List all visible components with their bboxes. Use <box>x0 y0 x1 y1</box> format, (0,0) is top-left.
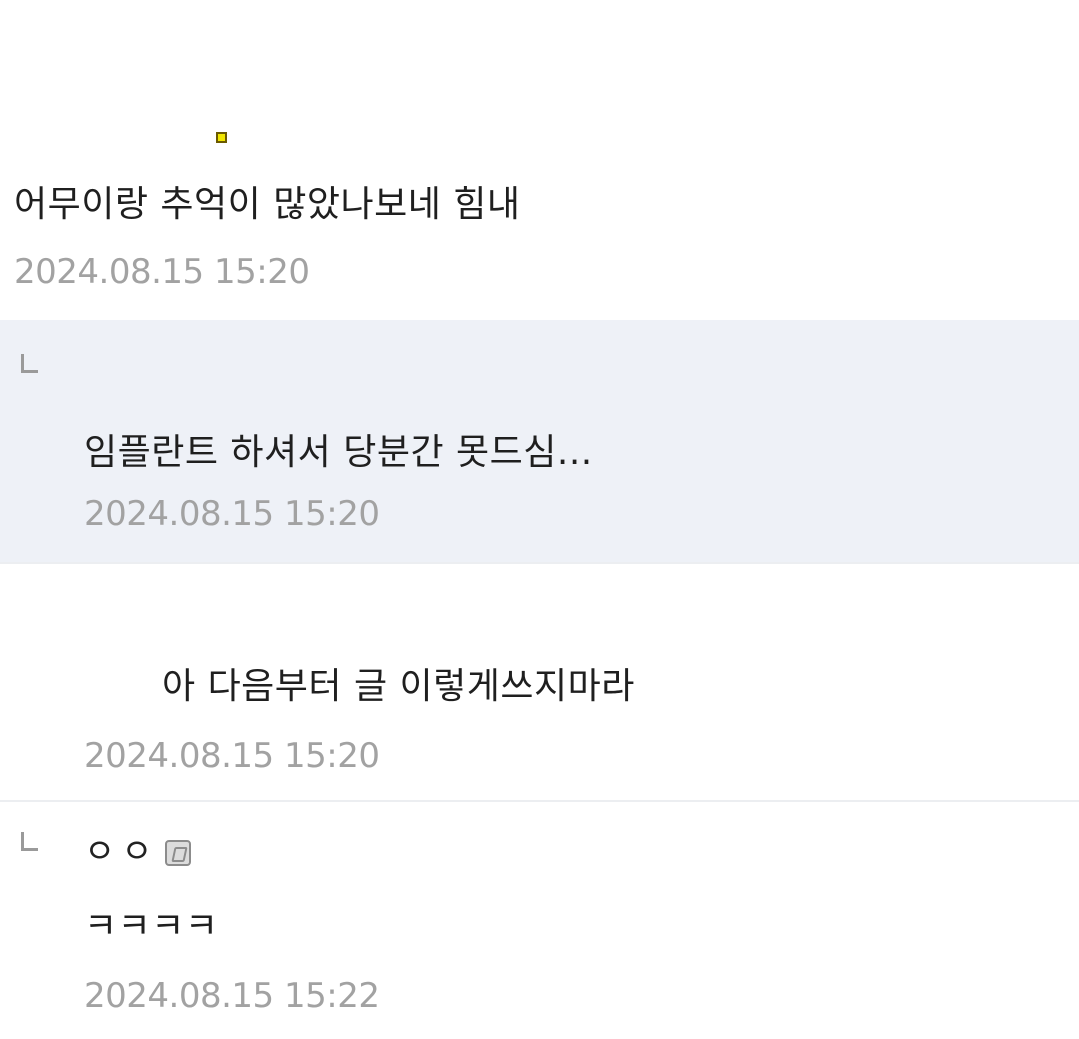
reply-timestamp: 2024.08.15 15:22 <box>84 976 380 1016</box>
writer-badge-icon <box>165 840 191 866</box>
reply-item: ㅇㅇ ㅋㅋㅋㅋ 2024.08.15 15:22 <box>0 802 1079 1039</box>
comment-text: 아 다음부터 글 이렇게쓰지마라 <box>162 666 635 707</box>
reply-item: 임플란트 하셔서 당분간 못드심... 2024.08.15 15:20 <box>0 320 1079 562</box>
reply-timestamp: 2024.08.15 15:20 <box>84 494 380 534</box>
comment-timestamp: 2024.08.15 15:20 <box>84 736 380 776</box>
new-marker-icon <box>216 132 227 143</box>
reply-text: ㅋㅋㅋㅋ <box>84 906 219 947</box>
comment-item: 어무이랑 추억이 많았나보네 힘내 2024.08.15 15:20 <box>0 0 1079 318</box>
comment-item: 아 다음부터 글 이렇게쓰지마라 2024.08.15 15:20 <box>0 564 1079 800</box>
reply-arrow-icon <box>21 354 38 373</box>
comment-timestamp: 2024.08.15 15:20 <box>14 252 310 292</box>
reply-author-nickname[interactable]: ㅇㅇ <box>84 832 159 872</box>
reply-text: 임플란트 하셔서 당분간 못드심... <box>84 432 593 473</box>
reply-arrow-icon <box>21 832 38 851</box>
comment-text: 어무이랑 추억이 많았나보네 힘내 <box>14 184 521 225</box>
